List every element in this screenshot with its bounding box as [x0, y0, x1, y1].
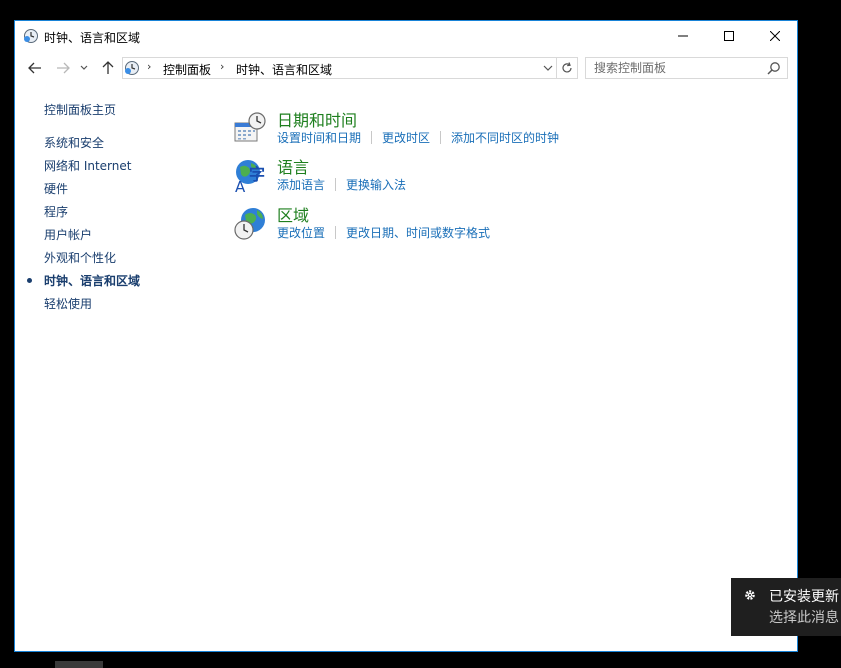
- change-location-link[interactable]: 更改位置: [277, 226, 325, 240]
- arrow-left-icon: [28, 62, 41, 74]
- update-notification-toast[interactable]: 已安装更新 选择此消息: [731, 578, 841, 636]
- language-title[interactable]: 语言: [277, 154, 309, 178]
- change-date-time-number-format-link[interactable]: 更改日期、时间或数字格式: [346, 226, 490, 240]
- chevron-right-icon: ›: [220, 60, 225, 73]
- search-icon[interactable]: [767, 61, 781, 75]
- close-button[interactable]: [752, 21, 797, 51]
- chevron-down-icon: [543, 65, 553, 71]
- sidebar-item-control-panel-home[interactable]: 控制面板主页: [44, 101, 116, 118]
- language-links: 添加语言 更换输入法: [277, 176, 406, 193]
- title-bar[interactable]: 时钟、语言和区域: [15, 21, 797, 51]
- add-clocks-link[interactable]: 添加不同时区的时钟: [451, 131, 559, 145]
- svg-text:字: 字: [249, 165, 265, 184]
- change-timezone-link[interactable]: 更改时区: [382, 131, 430, 145]
- control-panel-window: 时钟、语言和区域 › 控制面板 › 时钟、语言和区域 搜索控制面板 控制面板主页…: [14, 20, 798, 652]
- search-input[interactable]: [586, 58, 761, 78]
- refresh-icon: [562, 62, 572, 73]
- gear-icon: [745, 590, 755, 600]
- link-separator: [371, 131, 373, 144]
- chevron-down-icon: [80, 65, 88, 70]
- control-panel-icon: [125, 61, 139, 75]
- arrow-up-icon: [102, 61, 114, 74]
- sidebar-item-programs[interactable]: 程序: [44, 203, 68, 220]
- link-separator: [335, 226, 337, 239]
- toast-title: 已安装更新: [769, 589, 839, 605]
- chevron-right-icon: ›: [147, 60, 152, 73]
- toast-message: 选择此消息: [769, 610, 839, 626]
- active-indicator: [27, 278, 32, 283]
- region-title[interactable]: 区域: [277, 202, 309, 226]
- navigation-bar: › 控制面板 › 时钟、语言和区域: [15, 52, 797, 82]
- sidebar-item-clock-language-region[interactable]: 时钟、语言和区域: [44, 272, 140, 289]
- add-language-link[interactable]: 添加语言: [277, 178, 325, 192]
- sidebar-item-ease-of-access[interactable]: 轻松使用: [44, 295, 92, 312]
- region-globe-clock-icon: [234, 208, 265, 240]
- sidebar-item-user-accounts[interactable]: 用户帐户: [44, 226, 92, 243]
- calendar-clock-icon: [234, 112, 266, 142]
- maximize-button[interactable]: [706, 21, 751, 51]
- link-separator: [335, 178, 337, 191]
- up-button[interactable]: [97, 58, 119, 78]
- address-bar[interactable]: › 控制面板 › 时钟、语言和区域: [122, 57, 578, 79]
- language-globe-icon: 字 A: [235, 160, 265, 194]
- taskbar-item[interactable]: [55, 661, 103, 668]
- svg-text:A: A: [235, 178, 246, 194]
- refresh-button[interactable]: [556, 58, 577, 78]
- recent-locations-button[interactable]: [77, 58, 91, 78]
- window-title: 时钟、语言和区域: [44, 31, 141, 45]
- sidebar-item-appearance[interactable]: 外观和个性化: [44, 249, 116, 266]
- sidebar-item-system-security[interactable]: 系统和安全: [44, 134, 104, 151]
- date-time-links: 设置时间和日期 更改时区 添加不同时区的时钟: [277, 129, 559, 146]
- maximize-icon: [723, 31, 734, 41]
- clock-globe-icon: [24, 29, 38, 43]
- sidebar-item-network-internet[interactable]: 网络和 Internet: [44, 157, 131, 174]
- sidebar-item-hardware[interactable]: 硬件: [44, 180, 68, 197]
- back-button[interactable]: [24, 58, 46, 78]
- address-dropdown-button[interactable]: [539, 58, 557, 78]
- breadcrumb-clock-language-region[interactable]: 时钟、语言和区域: [236, 61, 332, 78]
- date-time-title[interactable]: 日期和时间: [277, 107, 357, 131]
- region-links: 更改位置 更改日期、时间或数字格式: [277, 224, 490, 241]
- forward-button[interactable]: [52, 58, 74, 78]
- minimize-icon: [677, 35, 688, 37]
- set-time-date-link[interactable]: 设置时间和日期: [277, 131, 361, 145]
- link-separator: [440, 131, 442, 144]
- change-input-method-link[interactable]: 更换输入法: [346, 178, 406, 192]
- search-box[interactable]: [585, 57, 788, 79]
- arrow-right-icon: [57, 62, 70, 74]
- breadcrumb-control-panel[interactable]: 控制面板: [163, 61, 211, 78]
- minimize-button[interactable]: [660, 21, 705, 51]
- close-icon: [769, 31, 780, 41]
